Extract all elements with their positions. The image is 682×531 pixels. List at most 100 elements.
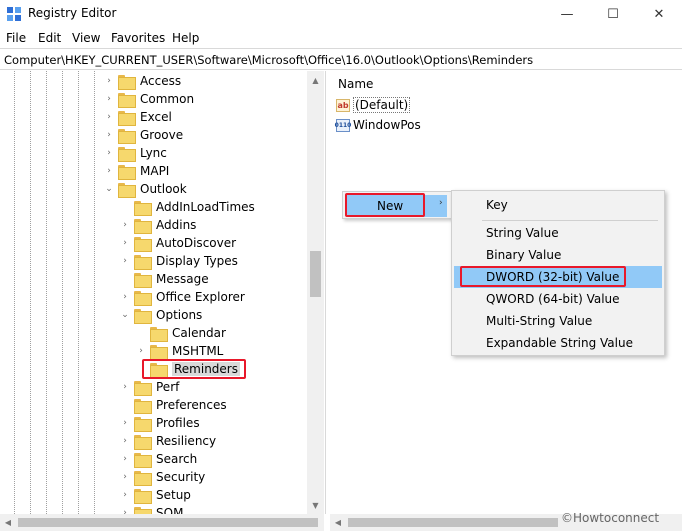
chevron-right-icon[interactable]: › xyxy=(120,490,130,500)
tree-guide-line xyxy=(46,71,47,514)
chevron-right-icon[interactable]: › xyxy=(120,220,130,230)
binary-value-icon: 0110 xyxy=(335,118,351,132)
chevron-right-icon[interactable]: › xyxy=(120,382,130,392)
chevron-right-icon[interactable]: › xyxy=(136,346,146,356)
tree-item-preferences[interactable]: Preferences xyxy=(120,396,227,414)
tree-item-lync[interactable]: › Lync xyxy=(104,144,167,162)
menu-edit[interactable]: Edit xyxy=(38,31,61,45)
folder-icon xyxy=(134,308,152,324)
submenu-string-value[interactable]: String Value xyxy=(454,222,662,244)
tree-item-setup[interactable]: › Setup xyxy=(120,486,191,504)
chevron-right-icon[interactable]: › xyxy=(120,454,130,464)
scroll-thumb[interactable] xyxy=(18,518,318,527)
tree-horizontal-scrollbar[interactable]: ◀ xyxy=(0,514,324,531)
tree-item-security[interactable]: › Security xyxy=(120,468,205,486)
submenu-multi-string-value[interactable]: Multi-String Value xyxy=(454,310,662,332)
menu-favorites[interactable]: Favorites xyxy=(111,31,165,45)
scroll-up-arrow-icon[interactable]: ▲ xyxy=(307,73,324,87)
tree-item-resiliency[interactable]: › Resiliency xyxy=(120,432,216,450)
menu-view[interactable]: View xyxy=(72,31,100,45)
chevron-down-icon[interactable]: ⌄ xyxy=(120,310,130,320)
submenu-key[interactable]: Key xyxy=(454,194,662,216)
address-path[interactable]: Computer\HKEY_CURRENT_USER\Software\Micr… xyxy=(4,53,533,67)
chevron-right-icon[interactable]: › xyxy=(104,112,114,122)
context-menu-new[interactable]: New xyxy=(347,195,447,217)
folder-icon xyxy=(134,272,152,288)
chevron-right-icon[interactable]: › xyxy=(120,238,130,248)
window-title: Registry Editor xyxy=(28,6,117,20)
value-row-windowpos[interactable]: 0110 WindowPos xyxy=(335,116,421,134)
value-row-default[interactable]: ab (Default) xyxy=(336,96,411,114)
tree-guide-line xyxy=(62,71,63,514)
tree-item-common[interactable]: › Common xyxy=(104,90,194,108)
scroll-left-arrow-icon[interactable]: ◀ xyxy=(330,514,346,531)
folder-icon xyxy=(134,290,152,306)
tree-item-addins[interactable]: › Addins xyxy=(120,216,196,234)
folder-icon xyxy=(118,110,136,126)
chevron-right-icon[interactable]: › xyxy=(120,436,130,446)
tree-item-perf[interactable]: › Perf xyxy=(120,378,179,396)
chevron-down-icon[interactable]: ⌄ xyxy=(104,184,114,194)
tree-item-profiles[interactable]: › Profiles xyxy=(120,414,200,432)
submenu-dword-value[interactable]: DWORD (32-bit) Value xyxy=(454,266,662,288)
maximize-button[interactable]: ☐ xyxy=(590,0,636,28)
tree-guide-line xyxy=(94,71,95,514)
tree-item-calendar[interactable]: Calendar xyxy=(136,324,226,342)
chevron-right-icon[interactable]: › xyxy=(120,472,130,482)
tree-item-mshtml[interactable]: › MSHTML xyxy=(136,342,223,360)
chevron-right-icon[interactable]: › xyxy=(120,256,130,266)
menu-help[interactable]: Help xyxy=(172,31,199,45)
scroll-left-arrow-icon[interactable]: ◀ xyxy=(0,514,16,531)
chevron-right-icon[interactable]: › xyxy=(120,292,130,302)
tree-item-display-types[interactable]: › Display Types xyxy=(120,252,238,270)
chevron-right-icon[interactable]: › xyxy=(104,148,114,158)
tree-item-access[interactable]: › Access xyxy=(104,72,181,90)
tree-item-mapi[interactable]: › MAPI xyxy=(104,162,169,180)
chevron-right-icon[interactable]: › xyxy=(104,166,114,176)
minimize-button[interactable]: — xyxy=(544,0,590,28)
submenu-binary-value[interactable]: Binary Value xyxy=(454,244,662,266)
folder-icon xyxy=(134,236,152,252)
folder-icon xyxy=(134,470,152,486)
scroll-thumb[interactable] xyxy=(348,518,558,527)
tree-guide-line xyxy=(14,71,15,514)
tree-item-addinloadtimes[interactable]: AddInLoadTimes xyxy=(120,198,255,216)
folder-icon xyxy=(150,326,168,342)
tree-item-options[interactable]: ⌄ Options xyxy=(120,306,202,324)
folder-icon xyxy=(134,434,152,450)
tree-guide-line xyxy=(78,71,79,514)
chevron-right-icon[interactable]: › xyxy=(104,130,114,140)
folder-icon xyxy=(134,488,152,504)
tree-item-sqm[interactable]: › SQM xyxy=(120,504,183,514)
tree-item-reminders[interactable]: Reminders xyxy=(136,360,240,378)
name-column-header[interactable]: Name xyxy=(338,77,373,91)
tree-vertical-scrollbar[interactable]: ▲ ▼ xyxy=(307,71,324,514)
tree-item-autodiscover[interactable]: › AutoDiscover xyxy=(120,234,236,252)
menu-file[interactable]: File xyxy=(6,31,26,45)
close-button[interactable]: ✕ xyxy=(636,0,682,28)
scroll-thumb[interactable] xyxy=(310,251,321,297)
title-bar: Registry Editor — ☐ ✕ xyxy=(0,0,682,28)
chevron-right-icon[interactable]: › xyxy=(104,76,114,86)
submenu-expandable-string-value[interactable]: Expandable String Value xyxy=(454,332,662,354)
tree-item-groove[interactable]: › Groove xyxy=(104,126,183,144)
folder-icon xyxy=(134,200,152,216)
scroll-down-arrow-icon[interactable]: ▼ xyxy=(307,498,324,512)
folder-icon xyxy=(134,416,152,432)
registry-editor-app-icon xyxy=(7,7,21,21)
tree-item-message[interactable]: Message xyxy=(120,270,209,288)
folder-icon xyxy=(118,128,136,144)
tree-item-excel[interactable]: › Excel xyxy=(104,108,172,126)
address-bar[interactable]: Computer\HKEY_CURRENT_USER\Software\Micr… xyxy=(0,48,682,70)
chevron-right-icon[interactable]: › xyxy=(120,418,130,428)
context-menu: New › xyxy=(342,191,452,219)
tree-item-outlook[interactable]: ⌄ Outlook xyxy=(104,180,187,198)
submenu-qword-value[interactable]: QWORD (64-bit) Value xyxy=(454,288,662,310)
tree-item-search[interactable]: › Search xyxy=(120,450,197,468)
folder-icon xyxy=(134,254,152,270)
folder-icon xyxy=(134,380,152,396)
tree-item-office-explorer[interactable]: › Office Explorer xyxy=(120,288,245,306)
chevron-right-icon[interactable]: › xyxy=(104,94,114,104)
